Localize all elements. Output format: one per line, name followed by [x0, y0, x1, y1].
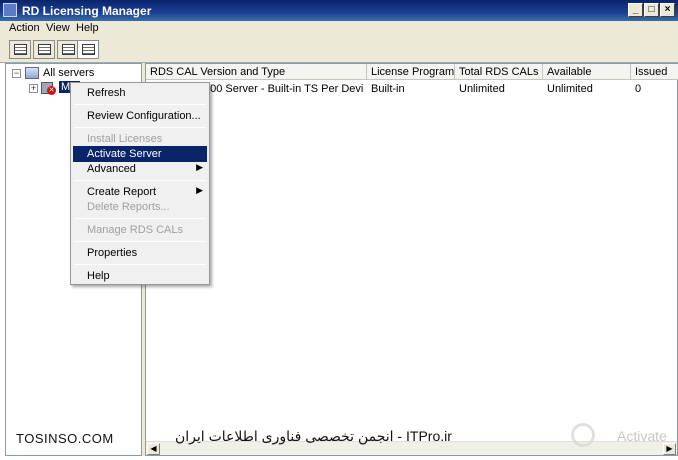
menu-item-refresh[interactable]: Refresh: [73, 85, 207, 101]
menu-separator: [74, 241, 206, 242]
minimize-button[interactable]: _: [628, 3, 643, 17]
cell-available: Unlimited: [547, 83, 593, 95]
menu-item-delete-reports: Delete Reports...: [87, 201, 170, 213]
tree-view-icon[interactable]: [9, 40, 31, 59]
cell-total: Unlimited: [459, 83, 505, 95]
app-icon: [3, 3, 17, 17]
watermark-itpro: ITPro.ir - انجمن تخصصی فناوری اطلاعات ای…: [175, 428, 452, 444]
scroll-left-icon[interactable]: ◀: [147, 443, 160, 455]
menu-separator: [74, 127, 206, 128]
menu-item-properties[interactable]: Properties: [73, 245, 207, 261]
maximize-button[interactable]: □: [644, 3, 659, 17]
menu-item-create-report[interactable]: Create Report ▶: [73, 184, 207, 200]
tree-item-all-servers[interactable]: All servers: [43, 67, 94, 79]
menu-separator: [74, 218, 206, 219]
menu-bar: Action View Help: [0, 21, 678, 35]
menu-view[interactable]: View: [46, 22, 70, 34]
close-button[interactable]: ×: [660, 3, 675, 17]
column-header-version[interactable]: RDS CAL Version and Type: [146, 64, 367, 80]
key-icon: [571, 423, 595, 447]
menu-item-advanced[interactable]: Advanced ▶: [73, 161, 207, 177]
submenu-arrow-icon: ▶: [196, 185, 203, 195]
menu-separator: [74, 180, 206, 181]
window-title: RD Licensing Manager: [22, 4, 152, 18]
menu-item-activate-server[interactable]: Activate Server: [73, 146, 207, 162]
error-icon: ✕: [47, 86, 56, 95]
menu-help[interactable]: Help: [76, 22, 99, 34]
activate-windows-watermark: Activate: [617, 428, 667, 444]
column-header-available[interactable]: Available: [543, 64, 631, 80]
menu-item-review-configuration[interactable]: Review Configuration...: [73, 108, 207, 124]
scroll-right-icon[interactable]: ▶: [663, 443, 676, 455]
menu-item-help[interactable]: Help: [73, 268, 207, 284]
list-view-icon[interactable]: [33, 40, 55, 59]
menu-item-install-licenses: Install Licenses: [87, 133, 163, 145]
title-bar[interactable]: RD Licensing Manager _ □ ×: [0, 0, 678, 21]
column-header-issued[interactable]: Issued: [631, 64, 678, 80]
menu-separator: [74, 104, 206, 105]
cell-version: 000 Server - Built-in TS Per Devic...: [204, 83, 364, 95]
expand-icon[interactable]: +: [29, 84, 38, 93]
detail-grid-icon[interactable]: [77, 40, 99, 59]
details-view-icon[interactable]: [57, 40, 79, 59]
collapse-icon[interactable]: −: [12, 69, 21, 78]
menu-separator: [74, 264, 206, 265]
toolbar: [0, 35, 678, 63]
menu-item-manage-rds-cals: Manage RDS CALs: [87, 224, 183, 236]
cell-program: Built-in: [371, 83, 405, 95]
servers-icon: [25, 67, 39, 79]
submenu-arrow-icon: ▶: [196, 162, 203, 172]
column-header-total[interactable]: Total RDS CALs: [455, 64, 543, 80]
cell-issued: 0: [635, 83, 642, 95]
cal-list[interactable]: RDS CAL Version and Type License Program…: [145, 63, 678, 456]
menu-action[interactable]: Action: [9, 22, 40, 34]
column-header-program[interactable]: License Program: [367, 64, 455, 80]
context-menu: Refresh Review Configuration... Install …: [70, 82, 210, 285]
watermark-tosinso: TOSINSO.COM: [16, 431, 114, 446]
